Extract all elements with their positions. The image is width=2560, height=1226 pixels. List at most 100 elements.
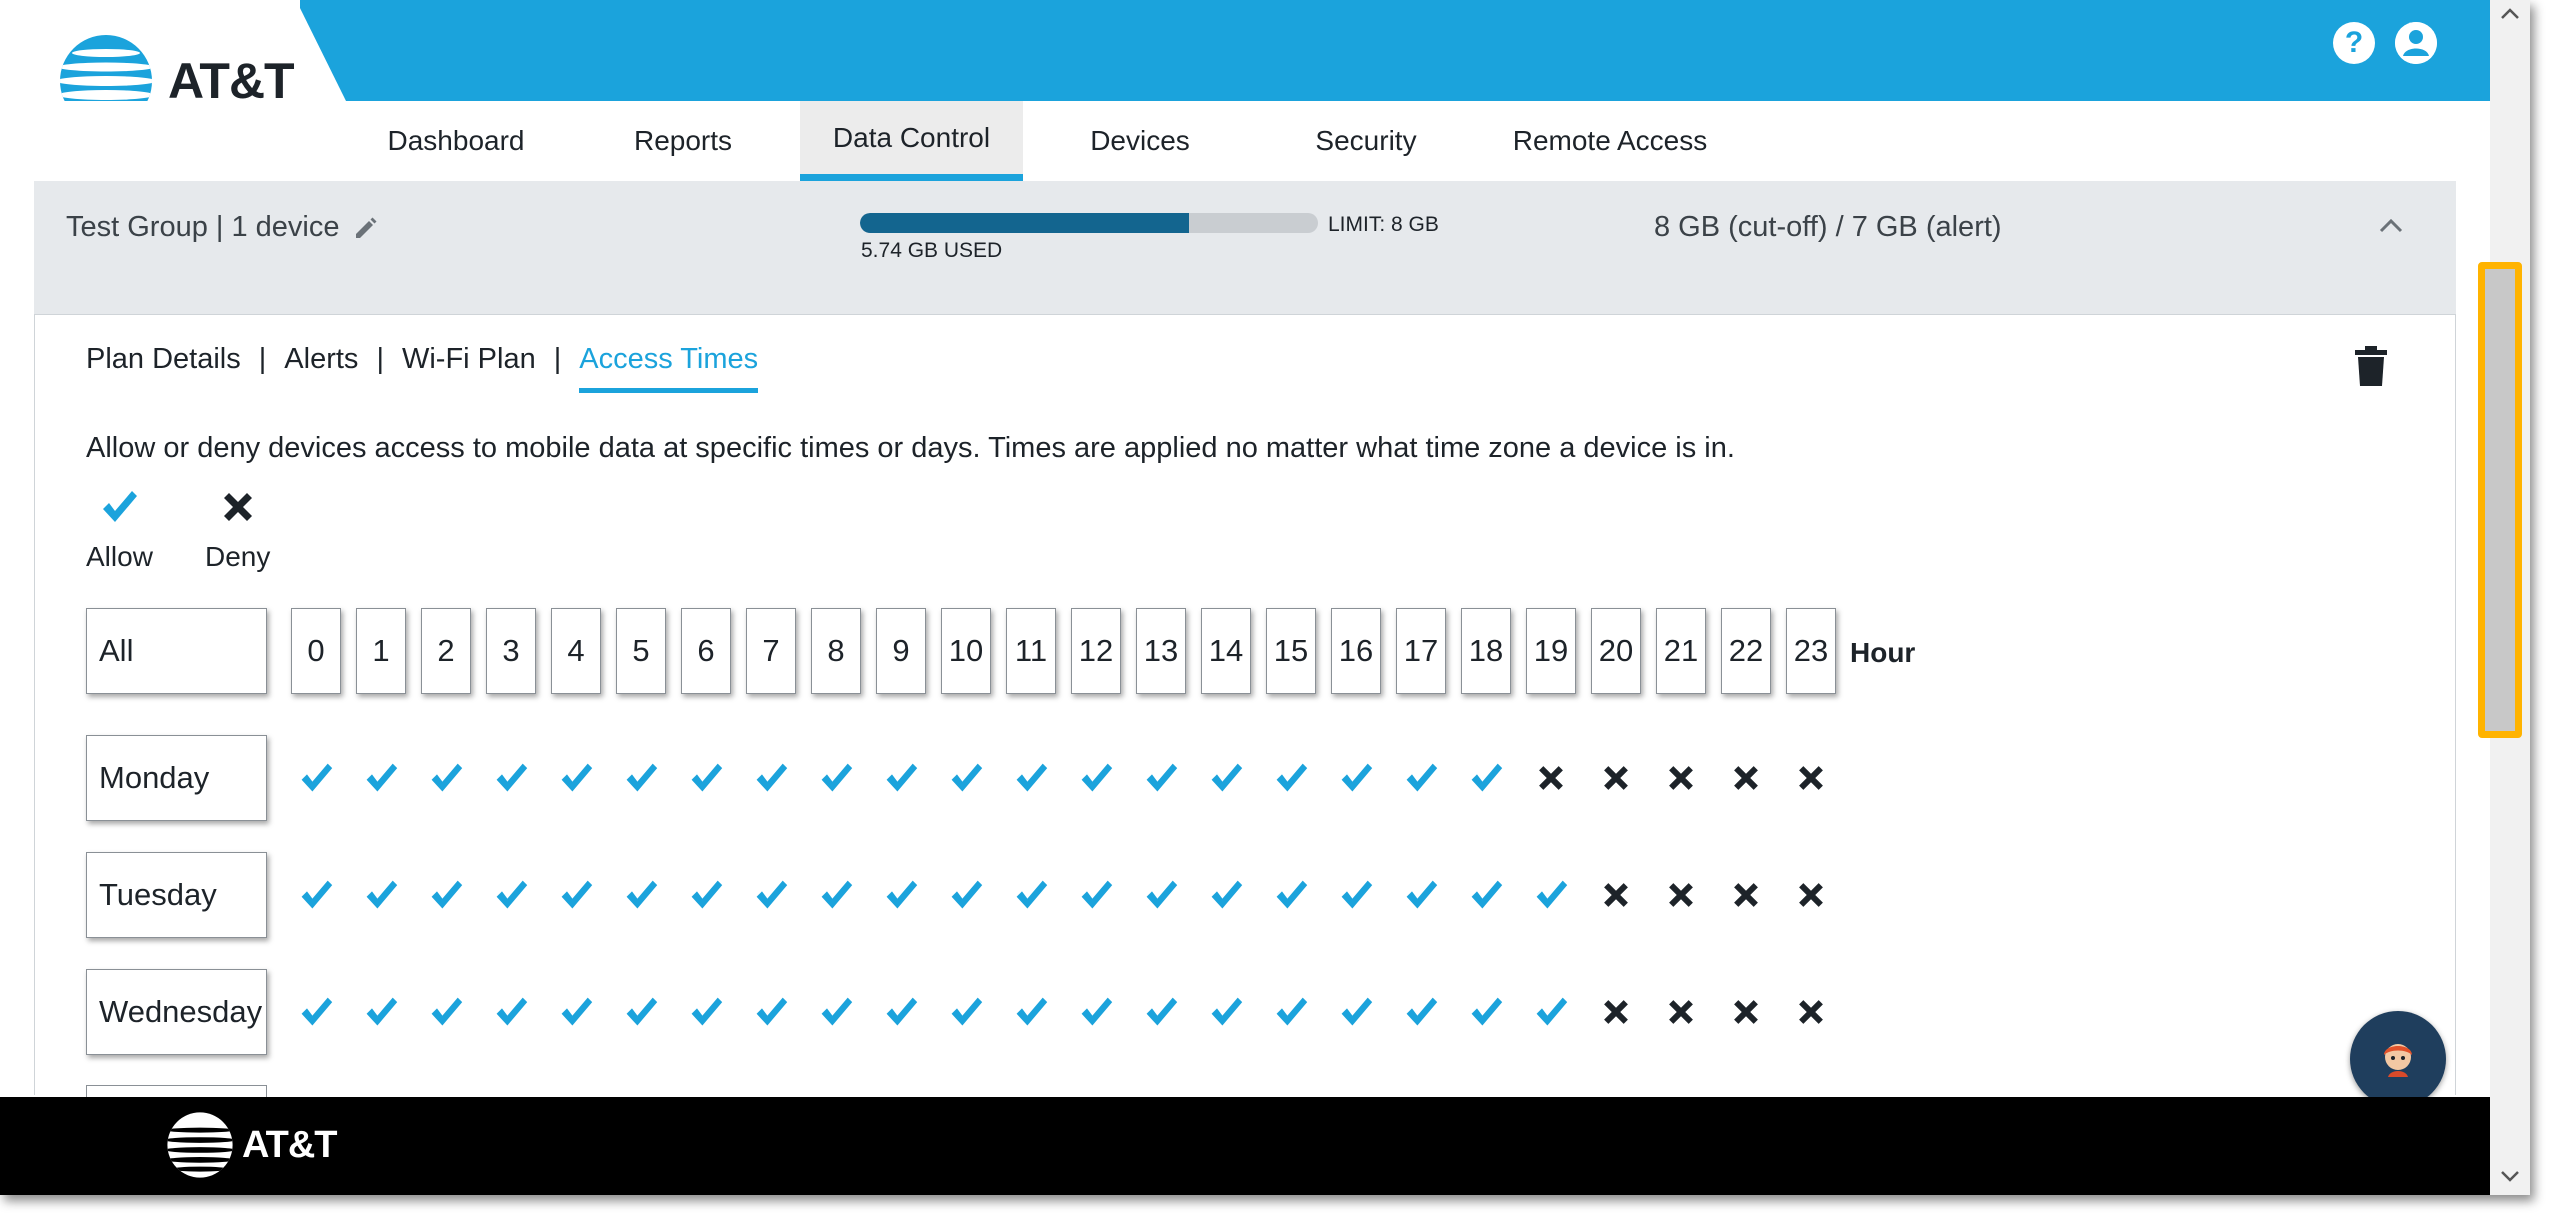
subtab-alerts[interactable]: Alerts — [284, 343, 358, 388]
allow-check-icon[interactable] — [811, 870, 861, 920]
account-icon[interactable] — [2395, 22, 2437, 64]
deny-x-icon[interactable] — [1786, 870, 1836, 920]
allow-check-icon[interactable] — [551, 870, 601, 920]
hour-button[interactable]: 5 — [616, 608, 666, 694]
footer-att-logo[interactable]: AT&T — [166, 1111, 337, 1179]
hour-button[interactable]: 13 — [1136, 608, 1186, 694]
allow-check-icon[interactable] — [616, 987, 666, 1037]
hour-button[interactable]: 12 — [1071, 608, 1121, 694]
deny-x-icon[interactable] — [1526, 753, 1576, 803]
allow-check-icon[interactable] — [1331, 987, 1381, 1037]
hour-button[interactable]: 3 — [486, 608, 536, 694]
allow-check-icon[interactable] — [1266, 870, 1316, 920]
hour-button[interactable]: 11 — [1006, 608, 1056, 694]
allow-check-icon[interactable] — [876, 870, 926, 920]
hour-button[interactable]: 15 — [1266, 608, 1316, 694]
allow-check-icon[interactable] — [356, 753, 406, 803]
allow-check-icon[interactable] — [356, 870, 406, 920]
allow-check-icon[interactable] — [746, 870, 796, 920]
allow-check-icon[interactable] — [1071, 987, 1121, 1037]
all-days-button[interactable]: All — [86, 608, 267, 694]
allow-check-icon[interactable] — [941, 870, 991, 920]
allow-check-icon[interactable] — [1526, 870, 1576, 920]
pencil-icon[interactable] — [352, 214, 380, 242]
allow-check-icon[interactable] — [1071, 753, 1121, 803]
allow-check-icon[interactable] — [1136, 753, 1186, 803]
allow-check-icon[interactable] — [1006, 987, 1056, 1037]
allow-check-icon[interactable] — [486, 870, 536, 920]
day-button-wednesday[interactable]: Wednesday — [86, 969, 267, 1055]
allow-check-icon[interactable] — [746, 987, 796, 1037]
allow-check-icon[interactable] — [486, 987, 536, 1037]
allow-check-icon[interactable] — [1461, 753, 1511, 803]
hour-button[interactable]: 18 — [1461, 608, 1511, 694]
hour-button[interactable]: 21 — [1656, 608, 1706, 694]
deny-x-icon[interactable] — [1721, 870, 1771, 920]
allow-check-icon[interactable] — [1526, 987, 1576, 1037]
allow-check-icon[interactable] — [681, 753, 731, 803]
allow-check-icon[interactable] — [1201, 987, 1251, 1037]
allow-check-icon[interactable] — [941, 987, 991, 1037]
subtab-wifi-plan[interactable]: Wi-Fi Plan — [402, 343, 536, 388]
nav-devices[interactable]: Devices — [1060, 101, 1220, 181]
allow-check-icon[interactable] — [1201, 753, 1251, 803]
hour-button[interactable]: 4 — [551, 608, 601, 694]
subtab-plan-details[interactable]: Plan Details — [86, 343, 241, 388]
allow-check-icon[interactable] — [1331, 870, 1381, 920]
hour-button[interactable]: 10 — [941, 608, 991, 694]
hour-button[interactable]: 14 — [1201, 608, 1251, 694]
allow-check-icon[interactable] — [876, 987, 926, 1037]
allow-check-icon[interactable] — [551, 753, 601, 803]
hour-button[interactable]: 20 — [1591, 608, 1641, 694]
allow-check-icon[interactable] — [421, 987, 471, 1037]
nav-remote-access[interactable]: Remote Access — [1500, 101, 1720, 181]
allow-check-icon[interactable] — [421, 870, 471, 920]
deny-x-icon[interactable] — [1786, 987, 1836, 1037]
allow-check-icon[interactable] — [876, 753, 926, 803]
deny-x-icon[interactable] — [1721, 753, 1771, 803]
hour-button[interactable]: 23 — [1786, 608, 1836, 694]
hour-button[interactable]: 6 — [681, 608, 731, 694]
deny-x-icon[interactable] — [1656, 870, 1706, 920]
deny-x-icon[interactable] — [1786, 753, 1836, 803]
allow-check-icon[interactable] — [1461, 987, 1511, 1037]
allow-check-icon[interactable] — [746, 753, 796, 803]
nav-data-control[interactable]: Data Control — [800, 101, 1023, 190]
allow-check-icon[interactable] — [1266, 987, 1316, 1037]
hour-button[interactable]: 17 — [1396, 608, 1446, 694]
subtab-access-times[interactable]: Access Times — [579, 343, 759, 393]
hour-button[interactable]: 1 — [356, 608, 406, 694]
hour-button[interactable]: 22 — [1721, 608, 1771, 694]
deny-x-icon[interactable] — [1656, 987, 1706, 1037]
hour-button[interactable]: 2 — [421, 608, 471, 694]
hour-button[interactable]: 19 — [1526, 608, 1576, 694]
allow-check-icon[interactable] — [681, 987, 731, 1037]
allow-check-icon[interactable] — [941, 753, 991, 803]
trash-icon[interactable] — [2353, 345, 2389, 387]
allow-check-icon[interactable] — [616, 753, 666, 803]
deny-x-icon[interactable] — [1591, 870, 1641, 920]
group-summary-bar[interactable]: Test Group | 1 device 5.74 GB USED LIMIT… — [34, 181, 2456, 315]
allow-check-icon[interactable] — [1396, 987, 1446, 1037]
deny-x-icon[interactable] — [1656, 753, 1706, 803]
allow-check-icon[interactable] — [291, 987, 341, 1037]
allow-check-icon[interactable] — [1136, 870, 1186, 920]
allow-check-icon[interactable] — [356, 987, 406, 1037]
chevron-up-icon[interactable] — [2376, 211, 2406, 241]
nav-dashboard[interactable]: Dashboard — [356, 101, 556, 181]
allow-check-icon[interactable] — [1461, 870, 1511, 920]
hour-button[interactable]: 8 — [811, 608, 861, 694]
allow-check-icon[interactable] — [1331, 753, 1381, 803]
scrollbar-thumb[interactable] — [2478, 262, 2522, 738]
chat-assistant-button[interactable] — [2350, 1011, 2446, 1107]
nav-reports[interactable]: Reports — [600, 101, 766, 181]
scroll-down-arrow-icon[interactable] — [2498, 1166, 2522, 1186]
deny-x-icon[interactable] — [1591, 753, 1641, 803]
hour-button[interactable]: 9 — [876, 608, 926, 694]
allow-check-icon[interactable] — [1071, 870, 1121, 920]
help-icon[interactable]: ? — [2333, 22, 2375, 64]
deny-x-icon[interactable] — [1591, 987, 1641, 1037]
allow-check-icon[interactable] — [1006, 753, 1056, 803]
allow-check-icon[interactable] — [811, 987, 861, 1037]
day-button-monday[interactable]: Monday — [86, 735, 267, 821]
